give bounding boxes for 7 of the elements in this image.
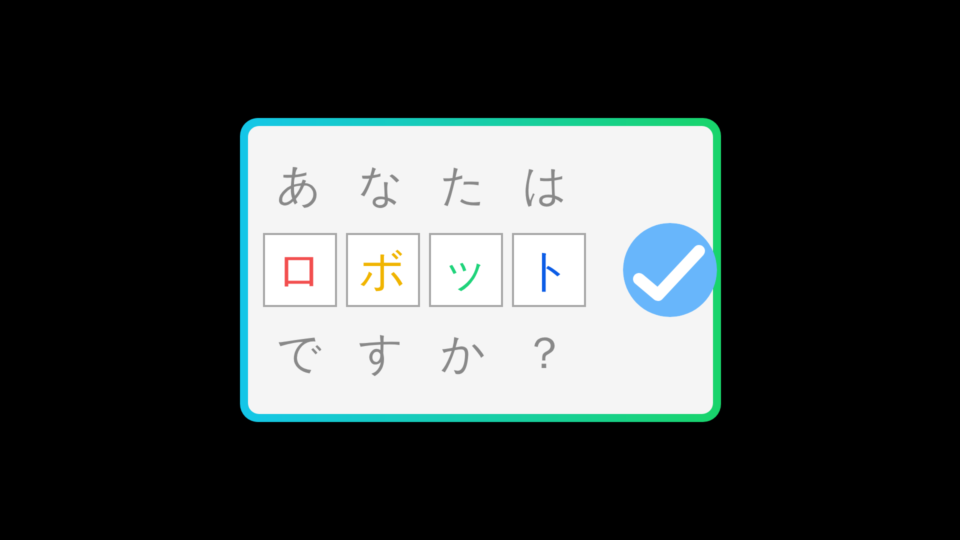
checkbox[interactable] bbox=[622, 223, 716, 317]
letter-tile: ボ bbox=[346, 233, 420, 307]
letter-tile: ロ bbox=[262, 233, 336, 307]
question-text: あなたは bbox=[276, 164, 604, 208]
letter-tile: ッ bbox=[428, 233, 502, 307]
question-text: ですか？ bbox=[276, 332, 604, 376]
letter-tile: ト bbox=[512, 233, 586, 307]
